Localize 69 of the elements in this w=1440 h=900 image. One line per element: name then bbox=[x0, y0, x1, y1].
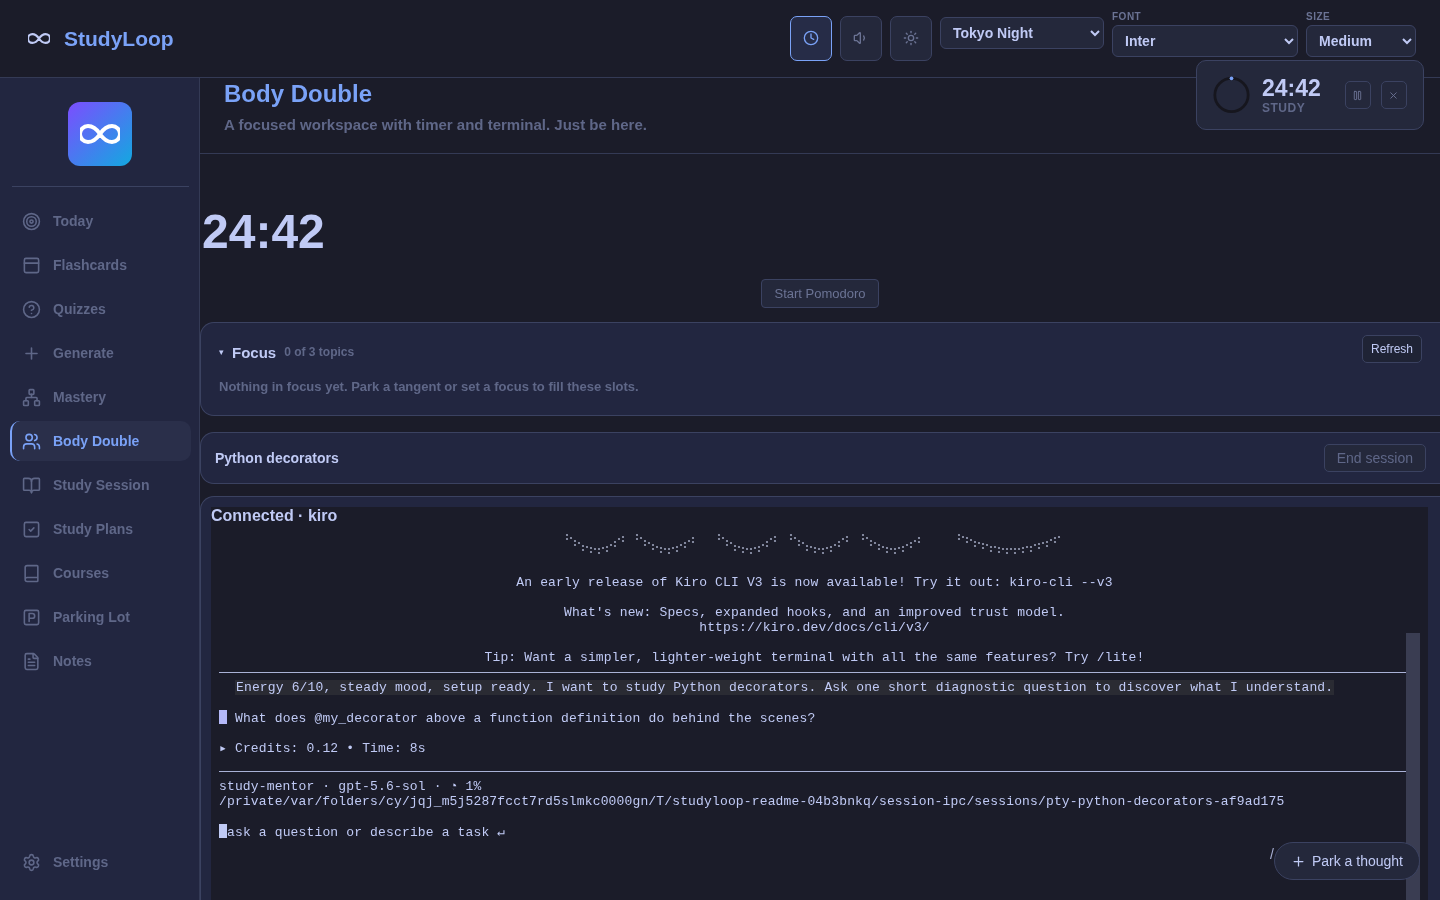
sidebar-item[interactable]: Body Double bbox=[10, 421, 191, 461]
settings-link[interactable]: Settings bbox=[10, 842, 191, 882]
parking-icon bbox=[22, 607, 41, 627]
close-button[interactable] bbox=[1380, 81, 1407, 109]
sidebar-item[interactable]: Mastery bbox=[10, 377, 191, 417]
progress-ring-icon bbox=[1213, 75, 1251, 115]
book-open-icon bbox=[22, 475, 41, 495]
theme-button[interactable] bbox=[890, 15, 932, 61]
park-thought-button[interactable]: Park a thought bbox=[1273, 842, 1420, 880]
timer-display: 24:42 bbox=[201, 204, 326, 260]
infinity-icon bbox=[79, 124, 120, 144]
sidebar-item[interactable]: Study Plans bbox=[10, 509, 191, 549]
session-topic: Python decorators bbox=[215, 450, 339, 466]
refresh-button[interactable]: Refresh bbox=[1361, 335, 1422, 363]
empty-message: Nothing in focus yet. Park a tangent or set a focus to fill these slots. bbox=[219, 379, 640, 394]
select-label: FONT bbox=[1112, 10, 1143, 22]
prompt-field[interactable]: ask a question or describe a task ↵ bbox=[219, 824, 1410, 840]
sidebar-item[interactable]: Today bbox=[10, 201, 191, 241]
scrollbar[interactable] bbox=[1406, 633, 1420, 900]
banner-line: An early release of Kiro CLI V3 is now available! Try it out: kiro-cli --v3 bbox=[515, 575, 1114, 590]
sound-button[interactable] bbox=[840, 15, 882, 61]
book-icon bbox=[22, 563, 41, 583]
terminal-text: / bbox=[1270, 846, 1274, 862]
sidebar-item[interactable]: Parking Lot bbox=[10, 597, 191, 637]
banner-line: Tip: Want a simpler, lighter-weight terminal with all the same features? Try /lite! bbox=[483, 650, 1146, 665]
path-line: /private/var/folders/cy/jqj_m5j5287fcct7rd5slmkc0000gn/T/studyloop-readme-04b3bnkq/session-ipc/sessions/pty-python-decorators-af9ad175 bbox=[219, 794, 1286, 809]
card-icon bbox=[22, 255, 41, 275]
document-icon bbox=[22, 651, 41, 671]
user-message: Energy 6/10, steady mood, setup ready. I want to study Python decorators. Ask one short diagnostic question to discover what I understand. bbox=[234, 680, 1336, 695]
terminal-title: Connected · kiro bbox=[211, 507, 339, 525]
sidebar-item[interactable]: Generate bbox=[10, 333, 191, 373]
sidebar-item[interactable]: Courses bbox=[10, 553, 191, 593]
sidebar-item[interactable]: Notes bbox=[10, 641, 191, 681]
end-session-button[interactable]: End session bbox=[1323, 444, 1426, 472]
pause-button[interactable] bbox=[1344, 81, 1371, 109]
settings-icon bbox=[22, 852, 41, 872]
help-icon bbox=[22, 299, 41, 319]
widget-time: 24:42 bbox=[1262, 75, 1321, 101]
close-icon bbox=[1388, 89, 1400, 101]
select-label: SIZE bbox=[1306, 10, 1332, 22]
widget-mode: STUDY bbox=[1262, 101, 1307, 115]
focus-title: Focus bbox=[232, 343, 277, 361]
banner-line: https://kiro.dev/docs/cli/v3/ bbox=[698, 620, 931, 635]
font-select[interactable]: Inter bbox=[1112, 24, 1298, 57]
app-name: StudyLoop bbox=[64, 26, 174, 51]
target-icon bbox=[22, 211, 41, 231]
sidebar-item[interactable]: Quizzes bbox=[10, 289, 191, 329]
banner-line: What's new: Specs, expanded hooks, and an improved trust model. bbox=[563, 605, 1066, 620]
page-title: Body Double bbox=[224, 80, 372, 108]
checkbox-icon bbox=[22, 519, 41, 539]
credits-line: ▸ Credits: 0.12 • Time: 8s bbox=[219, 741, 427, 756]
infinity-icon bbox=[28, 33, 50, 44]
page-subtitle: A focused workspace with timer and terminal. Just be here. bbox=[224, 116, 647, 133]
size-select[interactable]: Medium bbox=[1306, 24, 1416, 57]
sidebar-item[interactable]: Study Session bbox=[10, 465, 191, 505]
theme-select[interactable]: Tokyo Night bbox=[940, 16, 1104, 49]
assistant-reply: What does @my_decorator above a function definition do behind the scenes? bbox=[219, 710, 1410, 726]
users-icon bbox=[22, 431, 41, 451]
caret-icon[interactable]: ▾ bbox=[219, 347, 224, 357]
pause-icon bbox=[1352, 89, 1364, 101]
sun-icon bbox=[903, 30, 919, 46]
status-line: study-mentor · gpt-5.6-sol · ◔ 1% bbox=[219, 779, 483, 794]
timer-button[interactable] bbox=[790, 15, 832, 61]
network-icon bbox=[22, 387, 41, 407]
start-button[interactable]: Start Pomodoro bbox=[761, 279, 879, 308]
plus-icon bbox=[1290, 853, 1306, 869]
topic-count: 0 of 3 topics bbox=[284, 345, 355, 359]
sidebar-item[interactable]: Flashcards bbox=[10, 245, 191, 285]
clock-icon bbox=[803, 30, 819, 46]
